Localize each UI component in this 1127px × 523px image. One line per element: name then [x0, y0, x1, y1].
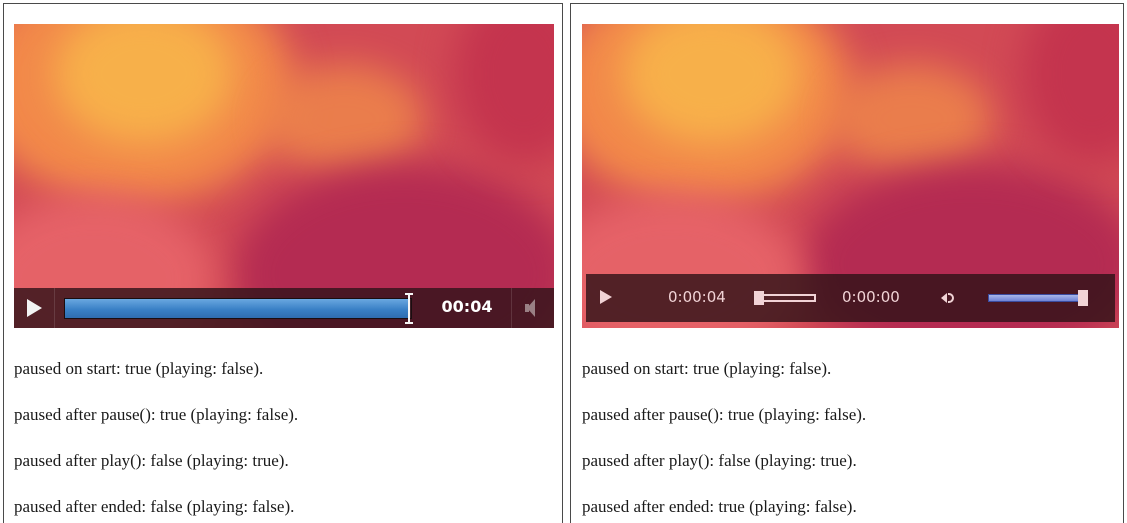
- speaker-icon: [941, 293, 947, 303]
- volume-slider[interactable]: [988, 290, 1088, 306]
- video-frame-shadow: [1022, 24, 1119, 164]
- status-line-play: paused after play(): false (playing: tru…: [582, 451, 857, 470]
- video-frame-glow: [832, 64, 992, 174]
- speaker-icon: [527, 299, 535, 317]
- video-controls-bar: 00:04: [14, 288, 554, 328]
- video-frame-glow: [264, 64, 424, 174]
- status-line-ended: paused after ended: true (playing: false…: [582, 497, 857, 516]
- progress-bar[interactable]: [64, 298, 412, 319]
- status-line-pause: paused after pause(): true (playing: fal…: [582, 405, 867, 424]
- sound-wave-icon: [948, 293, 954, 303]
- scrubber-handle[interactable]: [404, 293, 413, 324]
- video-player[interactable]: 0:00:04 0:00:00: [582, 24, 1119, 328]
- status-line-start: paused on start: true (playing: false).: [14, 359, 264, 378]
- status-line-ended: paused after ended: false (playing: fals…: [14, 497, 295, 516]
- volume-icon[interactable]: [941, 292, 961, 304]
- video-player[interactable]: 00:04: [14, 24, 554, 328]
- video-frame-shadow: [454, 24, 554, 164]
- right-browser-panel: 0:00:04 0:00:00 paused on start: true (p…: [570, 3, 1124, 523]
- progress-fill: [65, 299, 408, 318]
- seek-slider[interactable]: [754, 291, 816, 305]
- play-button[interactable]: [14, 288, 55, 328]
- status-line-pause: paused after pause(): true (playing: fal…: [14, 405, 299, 424]
- volume-thumb[interactable]: [1078, 290, 1088, 306]
- status-line-start: paused on start: true (playing: false).: [582, 359, 832, 378]
- current-time: 0:00:04: [668, 288, 726, 306]
- time-display: 00:04: [441, 297, 493, 316]
- mute-button[interactable]: [511, 288, 554, 328]
- play-icon: [27, 299, 42, 317]
- video-controls-bar: 0:00:04 0:00:00: [586, 274, 1115, 322]
- remaining-time: 0:00:00: [842, 288, 900, 306]
- play-button[interactable]: [600, 290, 612, 304]
- seek-thumb[interactable]: [754, 291, 764, 305]
- left-browser-panel: 00:04 paused on start: true (playing: fa…: [3, 3, 563, 523]
- status-line-play: paused after play(): false (playing: tru…: [14, 451, 289, 470]
